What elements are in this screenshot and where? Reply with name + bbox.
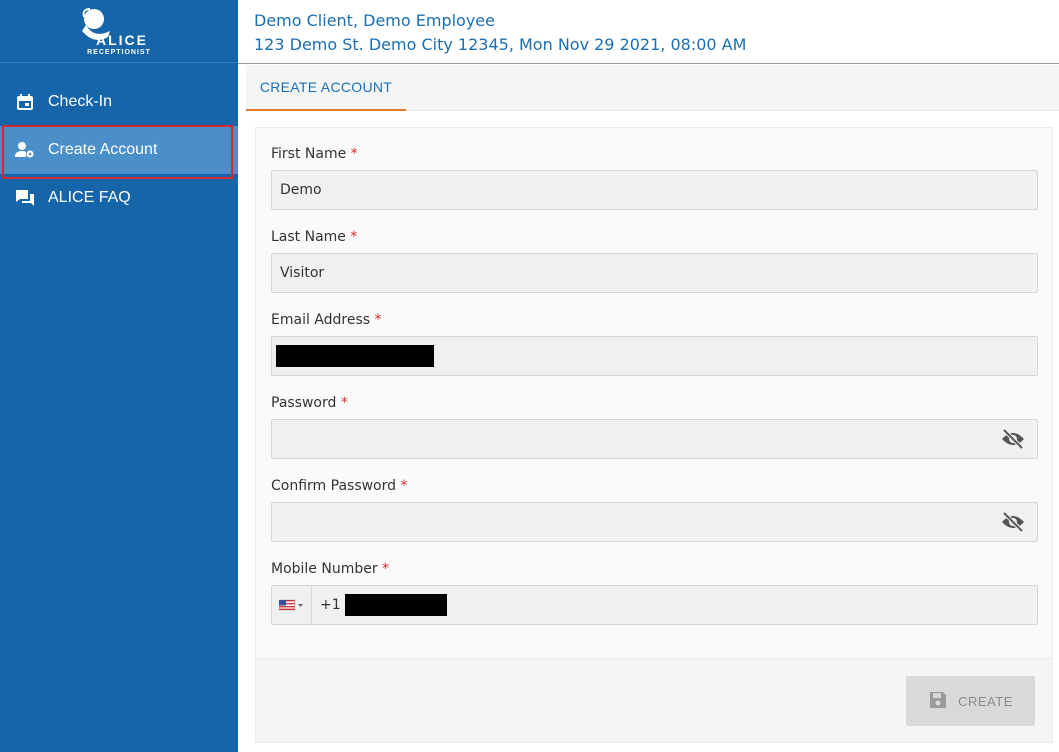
sidebar-item-create-account[interactable]: Create Account xyxy=(0,125,238,179)
last-name-label: Last Name * xyxy=(271,229,358,245)
svg-text:ALICE: ALICE xyxy=(96,32,148,48)
save-icon xyxy=(928,691,948,711)
email-field: Email Address * xyxy=(271,310,1038,376)
alice-logo: ALICE RECEPTIONIST xyxy=(82,8,151,56)
header: Demo Client, Demo Employee 123 Demo St. … xyxy=(238,0,1059,64)
client-employee-line: Demo Client, Demo Employee xyxy=(254,11,495,30)
address-datetime-line: 123 Demo St. Demo City 12345, Mon Nov 29… xyxy=(254,35,747,54)
first-name-field: First Name * Demo xyxy=(271,144,1038,210)
last-name-field: Last Name * Visitor xyxy=(271,227,1038,293)
create-button[interactable]: CREATE xyxy=(906,676,1035,726)
email-label: Email Address * xyxy=(271,312,382,328)
sidebar-item-alice-faq[interactable]: ALICE FAQ xyxy=(0,174,238,222)
us-flag-icon xyxy=(278,599,303,611)
sidebar-item-label: Check-In xyxy=(48,93,113,110)
phone-country-code: +1 xyxy=(320,597,341,613)
logo-area: ALICE RECEPTIONIST xyxy=(0,0,238,63)
form-footer: CREATE xyxy=(255,658,1053,743)
first-name-label: First Name * xyxy=(271,146,358,162)
last-name-input[interactable]: Visitor xyxy=(271,253,1038,293)
first-name-input[interactable]: Demo xyxy=(271,170,1038,210)
create-account-form: First Name * Demo Last Name * Visitor Em… xyxy=(255,127,1053,659)
password-input[interactable] xyxy=(271,419,1038,459)
sidebar-item-label: ALICE FAQ xyxy=(48,189,131,206)
email-input[interactable] xyxy=(271,336,1038,376)
svg-text:RECEPTIONIST: RECEPTIONIST xyxy=(87,49,151,56)
eye-off-icon[interactable] xyxy=(1001,511,1025,533)
user-gear-icon xyxy=(15,140,35,160)
sidebar-nav: Check-In Create Account ALICE FAQ xyxy=(0,78,238,222)
confirm-password-label: Confirm Password * xyxy=(271,478,408,494)
confirm-password-field: Confirm Password * xyxy=(271,476,1038,542)
sidebar-item-label: Create Account xyxy=(48,141,158,158)
eye-off-icon[interactable] xyxy=(1001,428,1025,450)
sidebar: ALICE RECEPTIONIST Check-In Create Accou… xyxy=(0,0,238,752)
mobile-number-label: Mobile Number * xyxy=(271,561,390,577)
mobile-number-field: Mobile Number * +1 xyxy=(271,559,1038,625)
create-button-label: CREATE xyxy=(958,693,1013,709)
tab-create-account[interactable]: CREATE ACCOUNT xyxy=(246,65,406,111)
confirm-password-input[interactable] xyxy=(271,502,1038,542)
redacted-phone-number xyxy=(344,594,447,616)
country-selector[interactable] xyxy=(272,586,312,624)
password-field: Password * xyxy=(271,393,1038,459)
password-label: Password * xyxy=(271,395,348,411)
calendar-icon xyxy=(15,92,35,112)
sidebar-item-check-in[interactable]: Check-In xyxy=(0,78,238,126)
mobile-number-input[interactable]: +1 xyxy=(271,585,1038,625)
chat-icon xyxy=(15,188,35,208)
redacted-email xyxy=(276,345,434,367)
tab-bar: CREATE ACCOUNT xyxy=(246,65,1059,111)
